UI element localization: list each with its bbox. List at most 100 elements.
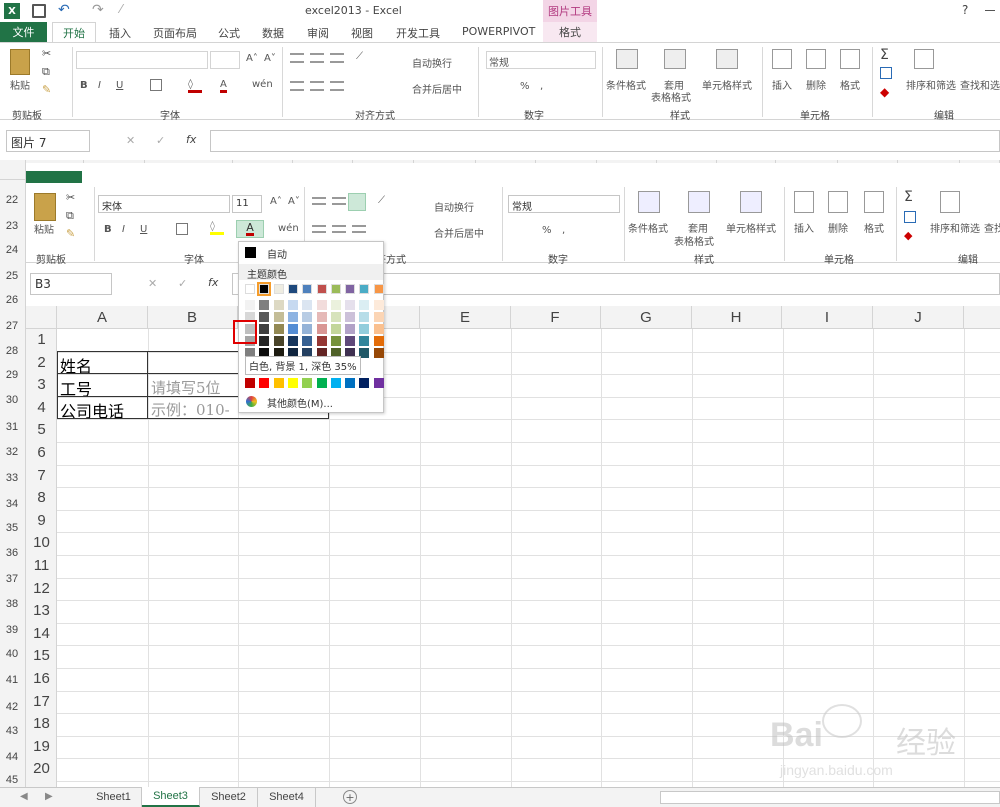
orientation-icon[interactable]: ⟋ bbox=[356, 51, 363, 62]
theme-shade-swatch[interactable] bbox=[316, 312, 327, 322]
clear-icon[interactable]: ◆ bbox=[880, 85, 889, 99]
horizontal-scrollbar[interactable] bbox=[660, 791, 1000, 804]
outer-row-header[interactable]: 44 bbox=[0, 751, 24, 763]
theme-shade-swatch[interactable] bbox=[330, 336, 341, 346]
theme-shade-swatch[interactable] bbox=[259, 312, 270, 322]
more-colors-icon[interactable] bbox=[246, 396, 257, 407]
sort-filter-icon[interactable] bbox=[914, 49, 934, 69]
theme-shade-swatch[interactable] bbox=[273, 300, 284, 310]
find-select-button[interactable]: 查找和选 bbox=[960, 77, 1000, 92]
theme-color-swatch[interactable] bbox=[316, 284, 327, 294]
theme-shade-swatch[interactable] bbox=[345, 300, 356, 310]
theme-color-swatch[interactable] bbox=[273, 284, 284, 294]
theme-shade-swatch[interactable] bbox=[373, 312, 384, 322]
theme-shade-swatch[interactable] bbox=[330, 312, 341, 322]
sheet-tab-sheet2[interactable]: Sheet2 bbox=[200, 787, 258, 807]
bold-button[interactable]: B bbox=[80, 80, 88, 91]
theme-color-swatch[interactable] bbox=[302, 284, 313, 294]
tab-review[interactable]: 审阅 bbox=[307, 25, 329, 41]
theme-shade-swatch[interactable] bbox=[373, 324, 384, 334]
align-top-icon[interactable] bbox=[290, 53, 304, 63]
outer-row-header[interactable]: 30 bbox=[0, 394, 24, 406]
theme-shade-swatch[interactable] bbox=[287, 336, 298, 346]
tab-home[interactable]: 开始 bbox=[52, 22, 96, 42]
standard-color-swatch[interactable] bbox=[273, 378, 284, 388]
theme-shade-swatch[interactable] bbox=[287, 312, 298, 322]
theme-color-swatch[interactable] bbox=[345, 284, 356, 294]
outer-row-header[interactable]: 37 bbox=[0, 573, 24, 585]
outer-row-header[interactable]: 43 bbox=[0, 725, 24, 737]
outer-row-header[interactable]: 38 bbox=[0, 598, 24, 610]
sheet-nav-next-icon[interactable]: ▶ bbox=[45, 791, 53, 802]
theme-shade-swatch[interactable] bbox=[287, 300, 298, 310]
theme-shade-swatch[interactable] bbox=[302, 312, 313, 322]
minimize-icon[interactable] bbox=[985, 10, 995, 11]
theme-color-swatch[interactable] bbox=[287, 284, 298, 294]
standard-color-swatch[interactable] bbox=[330, 378, 341, 388]
wrap-text-button[interactable]: 自动换行 bbox=[412, 55, 452, 70]
standard-color-swatch[interactable] bbox=[245, 378, 255, 388]
select-all-corner[interactable] bbox=[0, 160, 26, 180]
standard-color-swatch[interactable] bbox=[316, 378, 327, 388]
tab-page-layout[interactable]: 页面布局 bbox=[153, 25, 197, 41]
outer-row-header[interactable]: 22 bbox=[0, 194, 24, 206]
theme-color-swatch[interactable] bbox=[245, 284, 255, 294]
theme-shade-swatch[interactable] bbox=[273, 324, 284, 334]
tab-data[interactable]: 数据 bbox=[262, 25, 284, 41]
theme-shade-swatch[interactable] bbox=[330, 324, 341, 334]
tab-insert[interactable]: 插入 bbox=[109, 25, 131, 41]
standard-color-swatch[interactable] bbox=[302, 378, 313, 388]
delete-cells-button[interactable]: 删除 bbox=[806, 77, 826, 92]
outer-row-header[interactable]: 35 bbox=[0, 522, 24, 534]
theme-shade-swatch[interactable] bbox=[345, 336, 356, 346]
outer-row-header[interactable]: 28 bbox=[0, 345, 24, 357]
theme-shade-swatch[interactable] bbox=[302, 336, 313, 346]
outer-row-header[interactable]: 23 bbox=[0, 220, 24, 232]
outer-row-header[interactable]: 29 bbox=[0, 369, 24, 381]
phonetic-icon[interactable]: wén bbox=[252, 79, 273, 90]
merge-center-button[interactable]: 合并后居中 bbox=[412, 81, 462, 96]
theme-shade-swatch[interactable] bbox=[316, 336, 327, 346]
tab-picture-format[interactable]: 格式 bbox=[543, 22, 597, 42]
format-painter-icon[interactable]: ✎ bbox=[42, 83, 51, 96]
theme-shade-swatch[interactable] bbox=[259, 336, 270, 346]
theme-shade-swatch[interactable] bbox=[373, 300, 384, 310]
align-right-icon[interactable] bbox=[330, 81, 344, 91]
auto-color-swatch[interactable] bbox=[245, 247, 256, 258]
standard-color-swatch[interactable] bbox=[259, 378, 270, 388]
tab-developer[interactable]: 开发工具 bbox=[396, 25, 440, 41]
theme-shade-swatch[interactable] bbox=[316, 300, 327, 310]
theme-shade-swatch[interactable] bbox=[359, 348, 370, 358]
table-format-line2[interactable]: 表格格式 bbox=[651, 89, 691, 104]
border-icon[interactable] bbox=[150, 79, 162, 91]
outer-row-header[interactable]: 40 bbox=[0, 648, 24, 660]
standard-color-swatch[interactable] bbox=[359, 378, 370, 388]
insert-cells-button[interactable]: 插入 bbox=[772, 77, 792, 92]
outer-row-header[interactable]: 26 bbox=[0, 294, 24, 306]
font-name-box[interactable] bbox=[76, 51, 208, 69]
theme-shade-swatch[interactable] bbox=[302, 324, 313, 334]
number-format-box[interactable]: 常规 bbox=[486, 51, 596, 69]
cond-format-button[interactable]: 条件格式 bbox=[606, 77, 646, 92]
theme-shade-swatch[interactable] bbox=[330, 300, 341, 310]
standard-color-swatch[interactable] bbox=[373, 378, 384, 388]
theme-shade-swatch[interactable] bbox=[359, 300, 370, 310]
name-box[interactable]: 图片 7 bbox=[6, 130, 90, 152]
grow-font-icon[interactable]: A˄ bbox=[246, 53, 258, 64]
format-cells-icon[interactable] bbox=[840, 49, 860, 69]
outer-row-header[interactable]: 42 bbox=[0, 701, 24, 713]
paste-button[interactable]: 粘贴 bbox=[10, 77, 30, 92]
theme-color-swatch[interactable] bbox=[359, 284, 370, 294]
outer-row-header[interactable]: 24 bbox=[0, 244, 24, 256]
theme-shade-swatch[interactable] bbox=[245, 300, 255, 310]
outer-row-header[interactable]: 45 bbox=[0, 774, 24, 786]
redo-icon[interactable]: ↷ bbox=[92, 2, 104, 18]
theme-shade-swatch[interactable] bbox=[302, 300, 313, 310]
insert-function-icon[interactable]: fx bbox=[186, 133, 196, 146]
fill-color-icon[interactable]: ◊ bbox=[188, 79, 202, 93]
percent-icon[interactable]: % bbox=[520, 81, 530, 92]
cut-icon[interactable]: ✂ bbox=[42, 47, 51, 60]
theme-color-swatch[interactable] bbox=[330, 284, 341, 294]
align-center-icon[interactable] bbox=[310, 81, 324, 91]
cancel-icon[interactable]: ✕ bbox=[126, 134, 135, 147]
